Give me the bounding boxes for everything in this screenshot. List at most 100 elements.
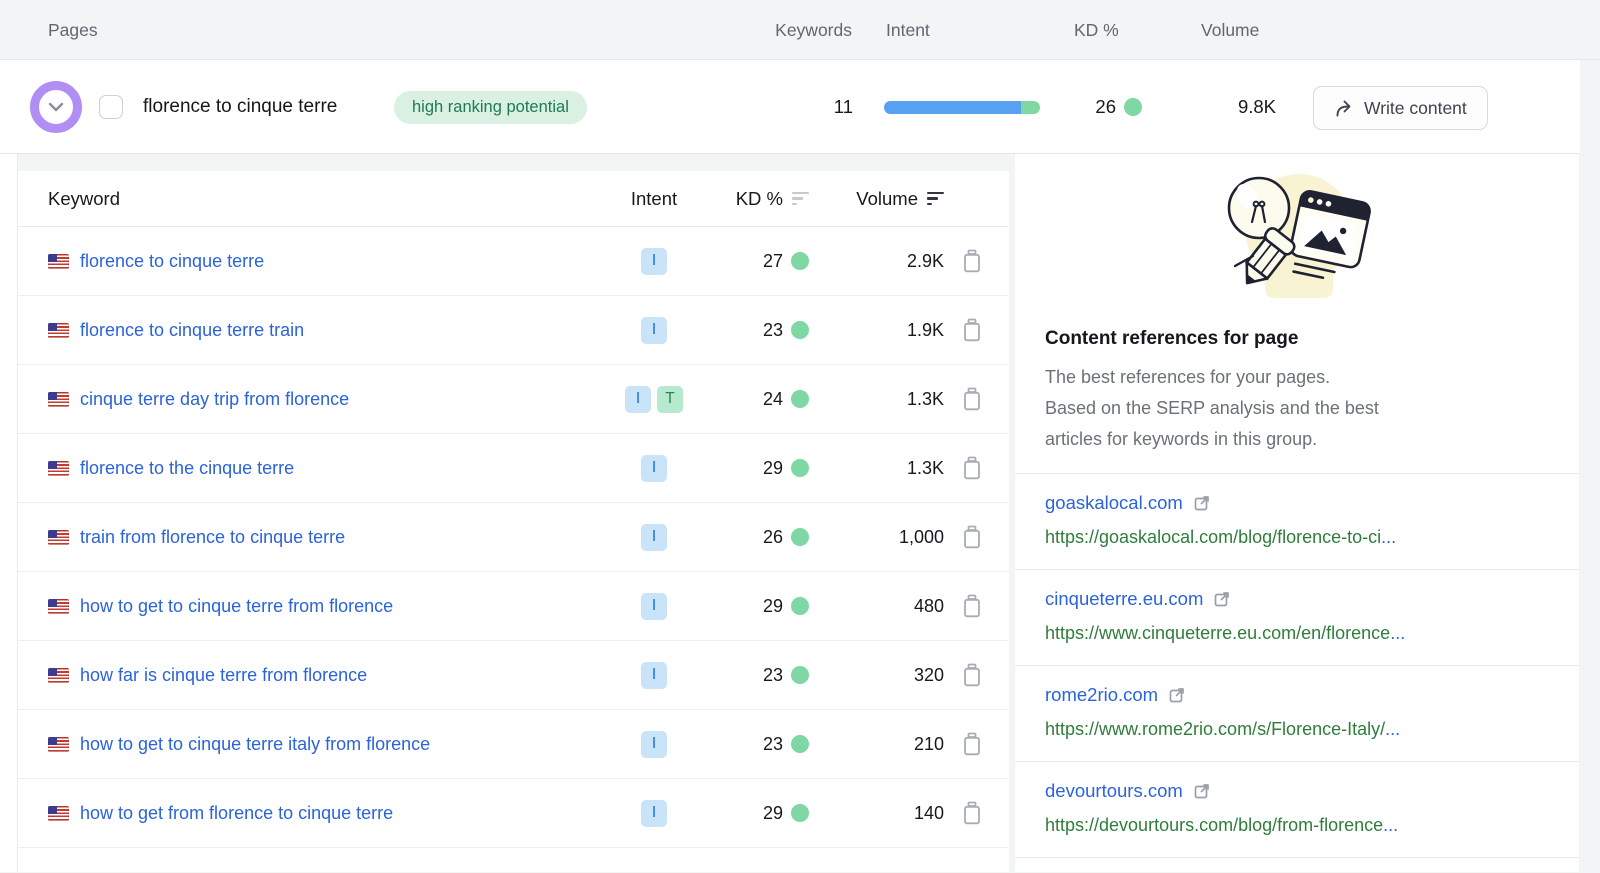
external-link-icon[interactable] [1193, 494, 1211, 512]
redo-arrow-icon [1334, 99, 1354, 118]
keyword-link[interactable]: how to get to cinque terre italy from fl… [80, 734, 430, 755]
us-flag-icon [48, 461, 69, 476]
volume-value: 320 [809, 665, 944, 686]
kd-header[interactable]: KD % [699, 188, 809, 210]
volume-column-label: Volume [1201, 0, 1259, 60]
right-gutter [1579, 154, 1599, 872]
kd-difficulty-dot [791, 459, 809, 477]
kd-difficulty-dot [791, 804, 809, 822]
keyword-header: Keyword [48, 188, 609, 210]
table-row: florence to the cinque terre I 29 1.3K [18, 434, 1009, 503]
intent-bar-informational-segment [884, 101, 1021, 114]
kd-difficulty-dot [791, 528, 809, 546]
reference-item: devourtours.com https://devourtours.com/… [1015, 762, 1579, 858]
delete-keyword-button[interactable] [960, 523, 984, 551]
keyword-link[interactable]: how to get from florence to cinque terre [80, 803, 393, 824]
keyword-link[interactable]: train from florence to cinque terre [80, 527, 345, 548]
reference-domain-link[interactable]: cinqueterre.eu.com [1045, 588, 1203, 610]
kd-difficulty-dot [791, 666, 809, 684]
delete-keyword-button[interactable] [960, 316, 984, 344]
reference-item: cinqueterre.eu.com https://www.cinqueter… [1015, 570, 1579, 666]
delete-keyword-button[interactable] [960, 799, 984, 827]
intent-badge-informational: I [641, 317, 667, 344]
column-header-bar: Pages Keywords Intent KD % Volume [0, 0, 1600, 60]
intent-column-label: Intent [886, 0, 930, 60]
group-kd-cell: 26 [1078, 60, 1142, 154]
delete-keyword-button[interactable] [960, 730, 984, 758]
external-link-icon[interactable] [1193, 782, 1211, 800]
trash-icon [962, 732, 982, 756]
keyword-link[interactable]: florence to the cinque terre [80, 458, 294, 479]
kd-difficulty-dot [1124, 98, 1142, 116]
expand-chevron-button[interactable] [30, 81, 82, 133]
kd-value: 23 [763, 320, 783, 341]
sort-icon-kd[interactable] [792, 192, 809, 206]
intent-badge-informational: I [641, 524, 667, 551]
intent-header: Intent [609, 188, 699, 210]
page-group-row: florence to cinque terre high ranking po… [0, 60, 1580, 154]
reference-domain-link[interactable]: rome2rio.com [1045, 684, 1158, 706]
delete-keyword-button[interactable] [960, 592, 984, 620]
reference-domain-link[interactable]: devourtours.com [1045, 780, 1183, 802]
us-flag-icon [48, 737, 69, 752]
intent-badge-informational: I [641, 455, 667, 482]
left-gutter [0, 154, 18, 872]
delete-keyword-button[interactable] [960, 661, 984, 689]
keywords-column-label: Keywords [750, 0, 852, 60]
external-link-icon[interactable] [1168, 686, 1186, 704]
volume-value: 1,000 [809, 527, 944, 548]
delete-keyword-button[interactable] [960, 247, 984, 275]
kd-difficulty-dot [791, 735, 809, 753]
kd-value: 23 [763, 665, 783, 686]
volume-value: 1.9K [809, 320, 944, 341]
main-content: Keyword Intent KD % Volume florence to c… [0, 154, 1600, 872]
trash-icon [962, 801, 982, 825]
volume-value: 210 [809, 734, 944, 755]
us-flag-icon [48, 668, 69, 683]
group-title: florence to cinque terre [143, 60, 337, 154]
kd-difficulty-dot [791, 252, 809, 270]
delete-keyword-button[interactable] [960, 454, 984, 482]
reference-url: https://www.cinqueterre.eu.com/en/floren… [1045, 623, 1549, 644]
intent-bar-transactional-segment [1021, 101, 1040, 114]
external-link-icon[interactable] [1213, 590, 1231, 608]
us-flag-icon [48, 392, 69, 407]
intent-badge-informational: I [641, 593, 667, 620]
reference-url: https://www.rome2rio.com/s/Florence-Ital… [1045, 719, 1549, 740]
trash-icon [962, 456, 982, 480]
write-content-button[interactable]: Write content [1313, 86, 1488, 130]
sort-icon-volume[interactable] [927, 192, 944, 206]
reference-domain-link[interactable]: goaskalocal.com [1045, 492, 1183, 514]
volume-value: 1.3K [809, 458, 944, 479]
trash-icon [962, 318, 982, 342]
trash-icon [962, 387, 982, 411]
trash-icon [962, 594, 982, 618]
references-title: Content references for page [1045, 328, 1549, 350]
reference-item: rome2rio.com https://www.rome2rio.com/s/… [1015, 666, 1579, 762]
content-references-illustration [1207, 166, 1387, 316]
table-row: how to get from florence to cinque terre… [18, 779, 1009, 848]
keyword-link[interactable]: cinque terre day trip from florence [80, 389, 349, 410]
group-volume-value: 9.8K [1190, 60, 1276, 154]
intent-badge-informational: I [641, 731, 667, 758]
us-flag-icon [48, 323, 69, 338]
group-checkbox[interactable] [99, 95, 123, 119]
intent-badge-informational: I [641, 662, 667, 689]
kd-value: 29 [763, 803, 783, 824]
group-keywords-count: 11 [790, 60, 853, 154]
kd-column-label: KD % [1074, 0, 1119, 60]
keyword-link[interactable]: how to get to cinque terre from florence [80, 596, 393, 617]
delete-keyword-button[interactable] [960, 385, 984, 413]
us-flag-icon [48, 599, 69, 614]
us-flag-icon [48, 806, 69, 821]
us-flag-icon [48, 254, 69, 269]
table-row: florence to cinque terre I 27 2.9K [18, 227, 1009, 296]
table-row: train from florence to cinque terre I 26… [18, 503, 1009, 572]
keyword-link[interactable]: florence to cinque terre train [80, 320, 304, 341]
keyword-link[interactable]: how far is cinque terre from florence [80, 665, 367, 686]
volume-header[interactable]: Volume [809, 188, 944, 210]
chevron-down-icon [48, 102, 64, 112]
us-flag-icon [48, 530, 69, 545]
group-kd-value: 26 [1078, 96, 1116, 118]
keyword-link[interactable]: florence to cinque terre [80, 251, 264, 272]
